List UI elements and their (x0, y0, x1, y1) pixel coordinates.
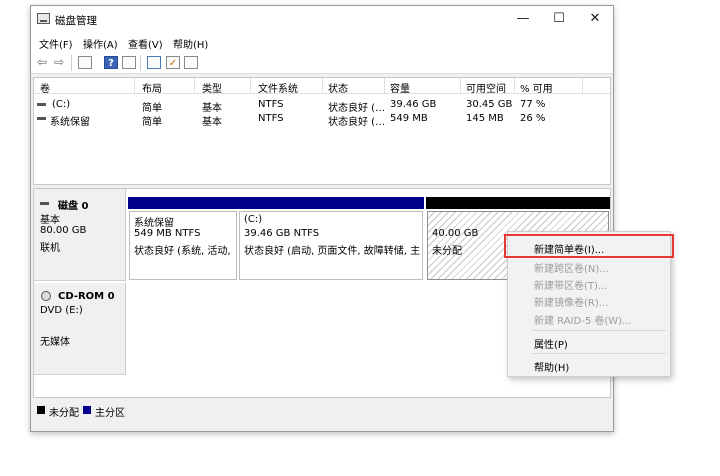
column-divider (514, 78, 515, 93)
disk-0-name: 磁盘 0 (58, 201, 89, 212)
column-header-volume[interactable]: 卷 (40, 80, 50, 95)
menu-action[interactable]: 操作(A) (83, 36, 118, 51)
table-row[interactable]: 系统保留 简单 基本 NTFS 状态良好 (… 549 MB 145 MB 26… (34, 112, 610, 128)
refresh-icon[interactable] (122, 56, 136, 69)
primary-partition-swatch (83, 406, 91, 414)
column-header-layout[interactable]: 布局 (142, 80, 162, 95)
partition-size: 549 MB NTFS (134, 228, 201, 239)
volume-list-header: 卷 布局 类型 文件系统 状态 容量 可用空间 % 可用 (34, 78, 610, 95)
column-header-capacity[interactable]: 容量 (390, 80, 410, 95)
forward-arrow-icon[interactable]: ⇨ (52, 56, 66, 69)
table-row[interactable]: (C:) 简单 基本 NTFS 状态良好 (… 39.46 GB 30.45 G… (34, 98, 610, 114)
title-bar: 磁盘管理 — ☐ ✕ (31, 6, 613, 32)
menu-item-properties[interactable]: 属性(P) (534, 336, 568, 351)
cell-volume: (C:) (52, 99, 71, 110)
menu-file[interactable]: 文件(F) (39, 36, 73, 51)
column-divider (582, 78, 583, 93)
help-icon[interactable]: ? (104, 56, 118, 69)
back-arrow-icon[interactable]: ⇦ (35, 56, 49, 69)
column-divider (250, 78, 251, 93)
partition-c-drive[interactable]: (C:) 39.46 GB NTFS 状态良好 (启动, 页面文件, 故障转储,… (238, 197, 424, 281)
column-divider (384, 78, 385, 93)
cell-layout: 简单 (142, 117, 162, 128)
toolbar: ⇦ ⇨ ? ✓ (31, 52, 613, 74)
toolbar-separator (140, 55, 141, 71)
column-divider (460, 78, 461, 93)
minimize-button[interactable]: — (505, 6, 541, 32)
cell-status: 状态良好 (… (328, 117, 386, 128)
disk-0-status: 联机 (40, 243, 60, 254)
column-header-free-space[interactable]: 可用空间 (466, 80, 506, 95)
disk-0-type: 基本 (40, 215, 60, 226)
legend: 未分配 主分区 (31, 398, 613, 422)
column-header-type[interactable]: 类型 (202, 80, 222, 95)
column-header-status[interactable]: 状态 (328, 80, 348, 95)
legend-unallocated: 未分配 (49, 408, 79, 419)
maximize-button[interactable]: ☐ (541, 6, 577, 32)
partition-type-bar (238, 197, 424, 209)
cell-capacity: 39.46 GB (390, 99, 437, 110)
partition-status: 状态良好 (启动, 页面文件, 故障转储, 主分 (244, 246, 420, 257)
cell-percent-free: 77 % (520, 99, 546, 110)
cell-volume: 系统保留 (50, 117, 90, 128)
menu-separator (532, 353, 666, 354)
menu-item-new-striped-volume[interactable]: 新建带区卷(T)... (534, 277, 607, 292)
menu-view[interactable]: 查看(V) (128, 36, 163, 51)
menu-separator (532, 330, 666, 331)
highlight-box (504, 234, 674, 258)
partition-name: (C:) (244, 214, 263, 225)
disk-icon (40, 202, 49, 205)
check-icon[interactable]: ✓ (166, 56, 180, 69)
disk-0-size: 80.00 GB (40, 225, 87, 236)
volume-icon (37, 103, 46, 106)
cdrom-0-type: DVD (E:) (40, 305, 83, 316)
volume-icon (37, 117, 46, 120)
unallocated-swatch (37, 406, 45, 414)
column-header-filesystem[interactable]: 文件系统 (258, 80, 298, 95)
column-divider (194, 78, 195, 93)
partition-status: 状态良好 (系统, 活动, 主 (134, 246, 234, 257)
partition-status: 未分配 (432, 246, 462, 257)
partition-size: 39.46 GB NTFS (244, 228, 320, 239)
cell-free-space: 145 MB (466, 113, 504, 124)
partition-name: 系统保留 (134, 218, 174, 229)
properties-icon[interactable] (78, 56, 92, 69)
menu-help[interactable]: 帮助(H) (173, 36, 208, 51)
legend-primary-partition: 主分区 (95, 408, 125, 419)
cell-type: 基本 (202, 117, 222, 128)
volume-list: 卷 布局 类型 文件系统 状态 容量 可用空间 % 可用 (C:) 简单 基本 … (33, 77, 611, 185)
cdrom-0-name: CD-ROM 0 (58, 291, 115, 302)
menu-item-new-raid5-volume[interactable]: 新建 RAID-5 卷(W)... (534, 312, 632, 327)
list-view-icon[interactable] (184, 56, 198, 69)
partition-size: 40.00 GB (432, 228, 479, 239)
column-divider (134, 78, 135, 93)
cell-filesystem: NTFS (258, 113, 284, 124)
cdrom-0-status: 无媒体 (40, 337, 70, 348)
toolbar-separator (71, 55, 72, 71)
partition-type-bar (426, 197, 610, 209)
cell-free-space: 30.45 GB (466, 99, 513, 110)
cd-drive-icon (41, 291, 51, 301)
rescan-icon[interactable] (147, 56, 161, 69)
menu-item-new-spanned-volume[interactable]: 新建跨区卷(N)... (534, 260, 609, 275)
close-button[interactable]: ✕ (577, 6, 613, 32)
partition-type-bar (128, 197, 238, 209)
menu-bar: 文件(F) 操作(A) 查看(V) 帮助(H) (31, 32, 613, 52)
window-title: 磁盘管理 (55, 15, 97, 27)
column-header-percent-free[interactable]: % 可用 (520, 80, 553, 95)
column-divider (322, 78, 323, 93)
disk-management-app-icon (37, 13, 50, 24)
cdrom-0-label[interactable]: CD-ROM 0 DVD (E:) 无媒体 (34, 283, 126, 375)
partition-body: 系统保留 549 MB NTFS 状态良好 (系统, 活动, 主 (129, 211, 237, 280)
cell-filesystem: NTFS (258, 99, 284, 110)
menu-item-help[interactable]: 帮助(H) (534, 359, 569, 374)
menu-item-new-mirrored-volume[interactable]: 新建镜像卷(R)... (534, 294, 608, 309)
disk-0-label[interactable]: 磁盘 0 基本 80.00 GB 联机 (34, 189, 126, 281)
partition-system-reserved[interactable]: 系统保留 549 MB NTFS 状态良好 (系统, 活动, 主 (128, 197, 238, 281)
cell-percent-free: 26 % (520, 113, 546, 124)
partition-body: (C:) 39.46 GB NTFS 状态良好 (启动, 页面文件, 故障转储,… (239, 211, 423, 280)
cell-capacity: 549 MB (390, 113, 428, 124)
